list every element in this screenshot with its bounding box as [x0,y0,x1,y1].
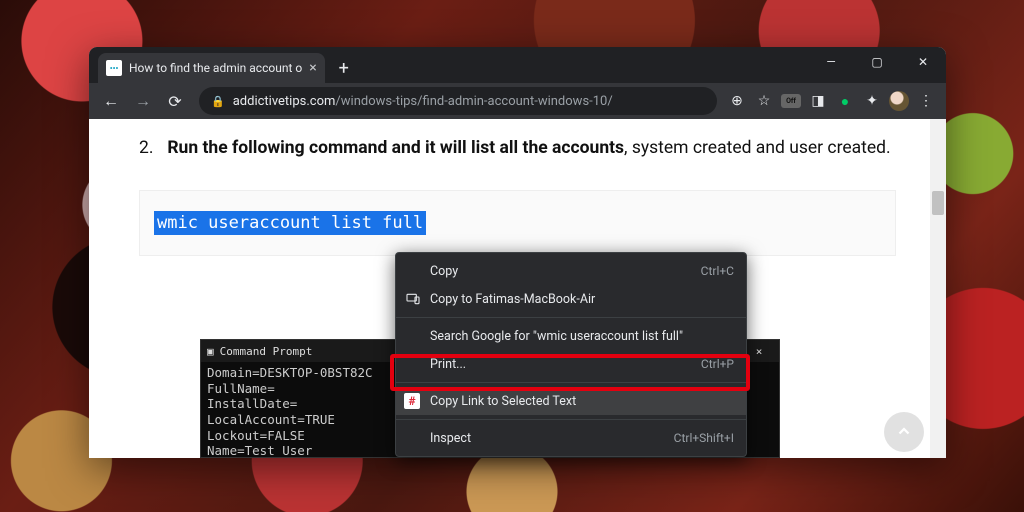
list-number: 2. [139,135,163,162]
tab-strip: ••• How to find the admin account o × + … [89,47,946,83]
favicon-icon: ••• [106,60,122,76]
bookmark-star-icon[interactable]: ☆ [754,91,774,111]
scrollbar-thumb[interactable] [932,191,944,215]
hash-icon: # [404,393,420,409]
menu-separator [396,382,746,383]
back-button[interactable]: ← [97,87,125,115]
new-tab-button[interactable]: + [325,58,363,83]
toolbar-actions: ⊕ ☆ Off ◨ ● ✦ ⋮ [727,91,938,111]
window-controls: — ▢ ✕ [808,47,946,77]
menu-inspect[interactable]: InspectCtrl+Shift+I [396,424,746,452]
close-window-button[interactable]: ✕ [900,47,946,77]
minimize-button[interactable]: — [808,47,854,77]
menu-copy-to-device[interactable]: Copy to Fatimas-MacBook-Air [396,285,746,313]
zoom-icon[interactable]: ⊕ [727,91,747,111]
address-bar[interactable]: 🔒 addictivetips.com/windows-tips/find-ad… [199,87,717,115]
extensions-puzzle-icon[interactable]: ✦ [862,91,882,111]
cmd-close-icon[interactable]: × [745,345,773,358]
cmd-icon: ▣ [207,345,214,358]
url-text: addictivetips.com/windows-tips/find-admi… [233,94,613,109]
forward-button[interactable]: → [129,87,157,115]
menu-separator [396,419,746,420]
devices-icon [404,290,422,308]
extension-grammarly-icon[interactable]: ● [835,91,855,111]
maximize-button[interactable]: ▢ [854,47,900,77]
extension-tag-icon[interactable]: ◨ [808,91,828,111]
tab-title: How to find the admin account o [129,61,302,75]
scrollbar[interactable] [930,119,946,458]
article-text: 2. Run the following command and it will… [139,135,896,162]
browser-tab[interactable]: ••• How to find the admin account o × [98,53,325,83]
toolbar: ← → ⟳ 🔒 addictivetips.com/windows-tips/f… [89,83,946,119]
cmd-title-text: Command Prompt [220,345,313,358]
reload-button[interactable]: ⟳ [161,87,189,115]
instruction-rest: , system created and user created. [624,138,891,158]
menu-search-google[interactable]: Search Google for "wmic useraccount list… [396,322,746,350]
instruction-bold: Run the following command and it will li… [167,138,624,158]
code-block[interactable]: wmic useraccount list full [139,190,896,256]
profile-avatar[interactable] [889,91,909,111]
close-tab-icon[interactable]: × [309,60,316,76]
context-menu: CopyCtrl+C Copy to Fatimas-MacBook-Air S… [395,252,747,457]
menu-copy-link-selected-text[interactable]: # Copy Link to Selected Text [396,387,746,415]
extension-off-badge[interactable]: Off [781,94,801,108]
scroll-to-top-button[interactable] [884,412,924,452]
menu-copy[interactable]: CopyCtrl+C [396,257,746,285]
lock-icon: 🔒 [211,95,225,108]
menu-separator [396,317,746,318]
menu-print[interactable]: Print...Ctrl+P [396,350,746,378]
selected-code: wmic useraccount list full [154,211,426,235]
kebab-menu-icon[interactable]: ⋮ [916,91,936,111]
